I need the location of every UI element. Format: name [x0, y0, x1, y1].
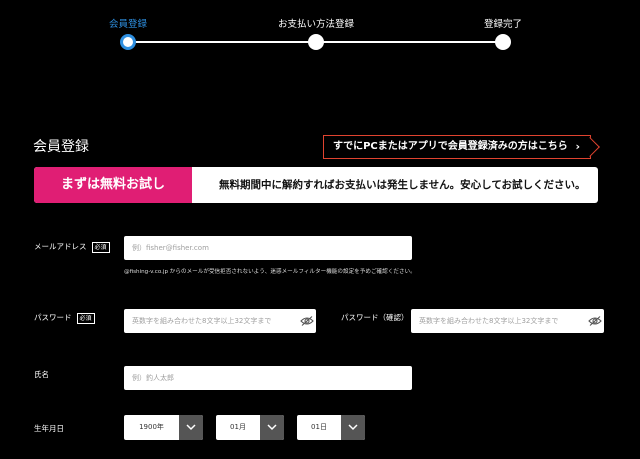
birth-month-value: 01月: [230, 423, 246, 431]
birth-year-value: 1900年: [139, 423, 164, 431]
birth-year-select[interactable]: 1900年: [124, 415, 203, 440]
eye-off-icon[interactable]: [588, 316, 602, 326]
name-input[interactable]: [124, 366, 412, 390]
birth-day-value: 01日: [311, 423, 327, 431]
chevron-down-icon[interactable]: [260, 415, 284, 440]
free-trial-message: 無料期間中に解約すればお支払いは発生しません。安心してお試しください。: [219, 179, 586, 191]
required-badge: 必須: [76, 312, 95, 324]
email-label: メールアドレス: [34, 242, 87, 251]
password-label-row: パスワード 必須: [34, 312, 95, 324]
name-label: 氏名: [34, 370, 49, 379]
step-label-complete: 登録完了: [483, 19, 523, 30]
email-input[interactable]: [124, 236, 412, 260]
email-label-row: メールアドレス 必須: [34, 241, 110, 253]
step-dot-current: [120, 34, 136, 50]
required-badge: 必須: [91, 241, 110, 253]
free-trial-badge: まずは無料お試し: [34, 167, 192, 203]
birth-month-select[interactable]: 01月: [216, 415, 284, 440]
free-trial-banner: まずは無料お試し 無料期間中に解約すればお支払いは発生しません。安心してお試しく…: [34, 167, 598, 203]
birth-day-select[interactable]: 01日: [297, 415, 365, 440]
birthdate-label: 生年月日: [34, 424, 64, 433]
chevron-down-icon[interactable]: [179, 415, 203, 440]
step-dot-complete: [495, 34, 511, 50]
login-link-label: すでにPCまたはアプリで会員登録済みの方はこちら: [333, 141, 568, 152]
password-confirm-input[interactable]: [411, 309, 604, 333]
step-dot-payment: [308, 34, 324, 50]
page-title: 会員登録: [33, 139, 89, 155]
password-confirm-label: パスワード（確認）: [341, 313, 409, 322]
step-label-payment-method: お支払い方法登録: [277, 19, 355, 30]
email-whitelist-note: @fishing-v.co.jp からのメールが受信拒否されないよう、迷惑メール…: [124, 269, 416, 275]
existing-member-login-link[interactable]: すでにPCまたはアプリで会員登録済みの方はこちら ›: [323, 135, 591, 159]
step-label-member-registration: 会員登録: [108, 19, 148, 30]
chevron-right-icon: ›: [575, 140, 580, 153]
password-label: パスワード: [34, 313, 72, 322]
password-input[interactable]: [124, 309, 316, 333]
eye-off-icon[interactable]: [300, 316, 314, 326]
chevron-down-icon[interactable]: [341, 415, 365, 440]
